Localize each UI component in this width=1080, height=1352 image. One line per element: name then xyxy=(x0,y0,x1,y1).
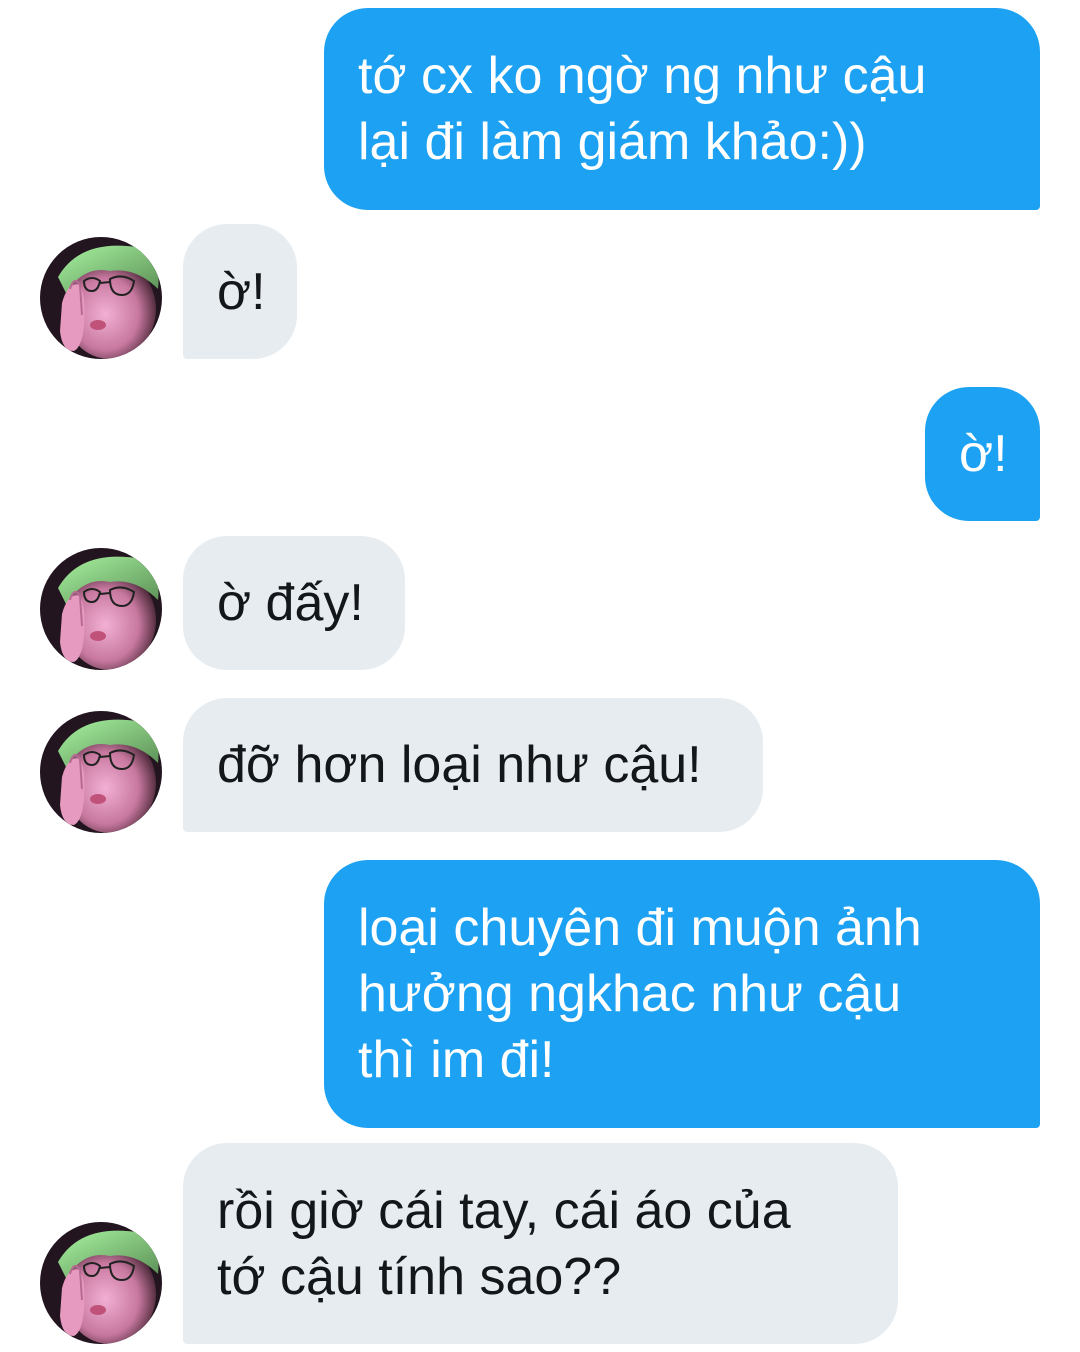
avatar-image xyxy=(40,711,162,833)
message-bubble-incoming[interactable]: đỡ hơn loại như cậu! xyxy=(183,698,763,832)
message-text-line: ờ đấy! xyxy=(217,574,364,632)
message-text-line: lại đi làm giám khảo:)) xyxy=(358,113,867,171)
contact-avatar[interactable] xyxy=(40,1222,162,1344)
message-text-line: tớ cx ko ngờ ng như cậu xyxy=(358,47,927,105)
message-text-line: ờ! xyxy=(959,425,1008,483)
message-text-line: loại chuyên đi muộn ảnh xyxy=(358,899,922,957)
message-bubble-outgoing[interactable]: loại chuyên đi muộn ảnh hưởng ngkhac như… xyxy=(324,860,1040,1128)
message-text-line: tớ cậu tính sao?? xyxy=(217,1247,622,1306)
message-text-line: thì im đi! xyxy=(358,1031,555,1089)
message-text-line: đỡ hơn loại như cậu! xyxy=(217,736,702,794)
contact-avatar[interactable] xyxy=(40,237,162,359)
message-text-line: rồi giờ cái tay, cái áo của xyxy=(217,1181,791,1240)
message-bubble-incoming[interactable]: rồi giờ cái tay, cái áo của tớ cậu tính … xyxy=(183,1143,898,1344)
avatar-image xyxy=(40,548,162,670)
message-text-line: ờ! xyxy=(217,262,266,321)
message-text-line: hưởng ngkhac như cậu xyxy=(358,965,902,1023)
message-bubble-outgoing[interactable]: tớ cx ko ngờ ng như cậu lại đi làm giám … xyxy=(324,8,1040,210)
message-bubble-incoming[interactable]: ờ! xyxy=(183,224,297,359)
avatar-image xyxy=(40,237,162,359)
contact-avatar[interactable] xyxy=(40,548,162,670)
avatar-image xyxy=(40,1222,162,1344)
message-bubble-incoming[interactable]: ờ đấy! xyxy=(183,536,405,670)
contact-avatar[interactable] xyxy=(40,711,162,833)
message-bubble-outgoing[interactable]: ờ! xyxy=(925,387,1040,521)
